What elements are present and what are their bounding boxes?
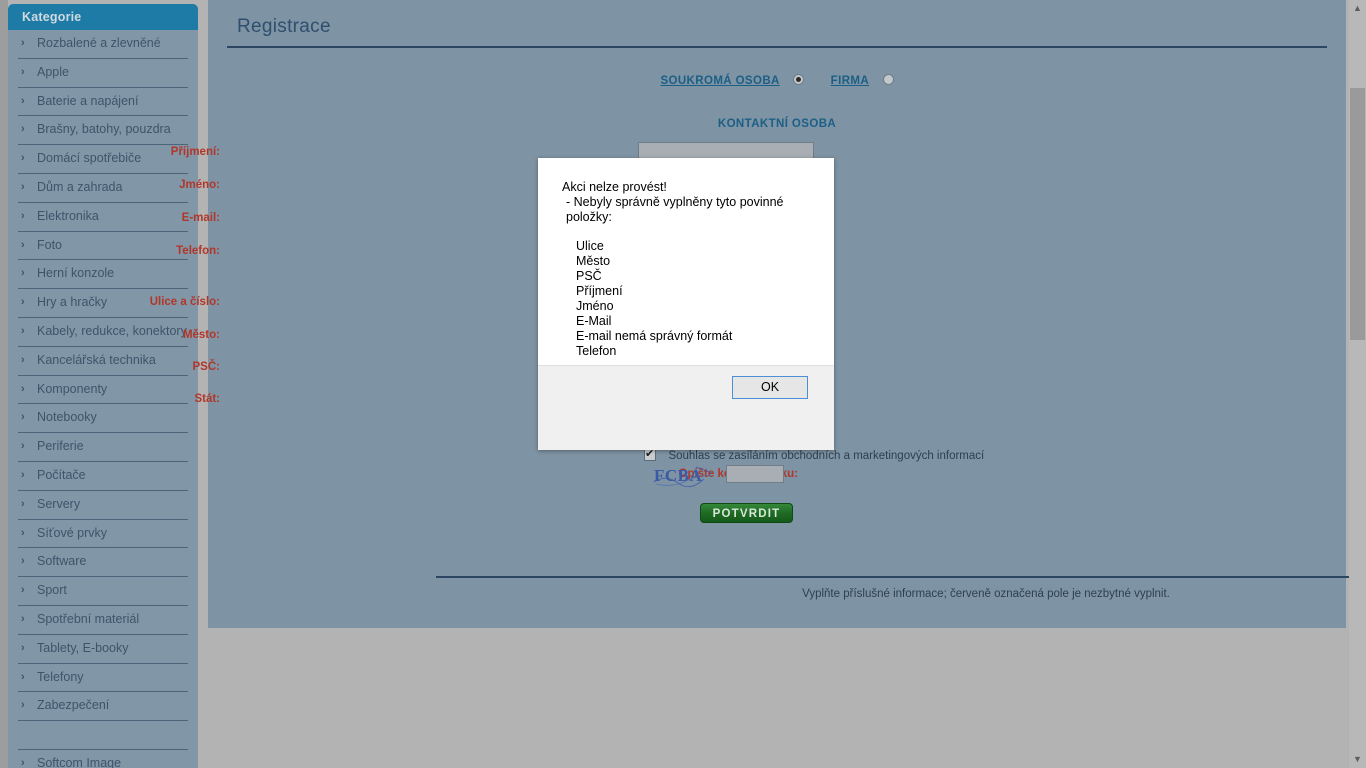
- sidebar-item-label: Apple: [37, 64, 69, 79]
- dialog-headline: Akci nelze provést!: [562, 180, 667, 194]
- chevron-right-icon: ›: [21, 699, 25, 712]
- sidebar-item[interactable]: › Síťové prvky: [18, 520, 188, 549]
- sidebar-item[interactable]: › Baterie a napájení: [18, 88, 188, 117]
- sidebar-item-label: Zabezpečení: [37, 698, 110, 713]
- chevron-right-icon: ›: [21, 526, 25, 539]
- sidebar-item[interactable]: › Periferie: [18, 433, 188, 462]
- consent-label: Souhlas se zasíláním obchodních a market…: [668, 450, 985, 462]
- sidebar-item[interactable]: › Sport: [18, 577, 188, 606]
- chevron-right-icon: ›: [21, 497, 25, 510]
- field-label: Stát:: [194, 393, 220, 405]
- scroll-up-icon[interactable]: ▲: [1349, 0, 1366, 17]
- chevron-right-icon: ›: [21, 641, 25, 654]
- sidebar-item-label: Sport: [37, 583, 67, 598]
- category-sidebar: Kategorie › Rozbalené a zlevněné › Apple › Ba…: [8, 4, 198, 768]
- account-type-selector: SOUKROMÁ OSOBA FIRMA: [208, 71, 1346, 89]
- sidebar-item-label: Počítače: [37, 467, 86, 482]
- captcha-image: FCBA: [653, 466, 713, 488]
- chevron-right-icon: ›: [21, 267, 25, 280]
- dialog-error-item: Jméno: [576, 299, 614, 313]
- chevron-right-icon: ›: [21, 468, 25, 481]
- dialog-footer: OK: [538, 365, 834, 450]
- submit-button[interactable]: POTVRDIT: [700, 503, 793, 523]
- sidebar-separator: [18, 721, 188, 750]
- scroll-down-icon[interactable]: ▼: [1349, 751, 1366, 768]
- title-divider: [227, 46, 1327, 48]
- chevron-right-icon: ›: [21, 756, 25, 768]
- chevron-right-icon: ›: [21, 94, 25, 107]
- sidebar-item-label: Baterie a napájení: [37, 93, 139, 108]
- sidebar-item[interactable]: › Servery: [18, 491, 188, 520]
- footer-divider: [436, 576, 1366, 578]
- private-person-radio[interactable]: [793, 74, 805, 85]
- page-title: Registrace: [237, 16, 331, 37]
- sidebar-item-label: Software: [37, 554, 87, 569]
- sidebar-item-label: Notebooky: [37, 410, 97, 425]
- chevron-right-icon: ›: [21, 37, 25, 49]
- sidebar-header: Kategorie: [8, 4, 198, 30]
- sidebar-item[interactable]: › Spotřební materiál: [18, 606, 188, 635]
- dialog-subline: - Nebyly správně vyplněny tyto povinné p…: [566, 195, 784, 224]
- sidebar-item-label: Spotřební materiál: [37, 611, 140, 626]
- sidebar-item-label: Brašny, batohy, pouzdra: [37, 122, 171, 137]
- sidebar-item-label: Softcom Image: [37, 755, 122, 768]
- sidebar-item[interactable]: › Zabezpečení: [18, 692, 188, 722]
- sidebar-item[interactable]: › Apple: [18, 59, 188, 88]
- company-radio[interactable]: [882, 74, 894, 85]
- sidebar-item-label: Síťové prvky: [37, 525, 107, 540]
- sidebar-item[interactable]: › Počítače: [18, 462, 188, 491]
- footer-note: Vyplňte příslušné informace; červeně ozn…: [802, 588, 1170, 600]
- sidebar-item-label: Telefony: [37, 669, 84, 684]
- sidebar-item-label: Rozbalené a zlevněné: [37, 36, 161, 50]
- sidebar-item-label: Herní konzole: [37, 266, 115, 281]
- sidebar-item-label: Periferie: [37, 439, 84, 454]
- dialog-error-item: Telefon: [576, 344, 617, 358]
- field-label: Příjmení:: [170, 146, 220, 158]
- chevron-right-icon: ›: [21, 123, 25, 136]
- consent-checkbox[interactable]: [644, 447, 656, 461]
- dialog-message: Akci nelze provést! - Nebyly správně vyp…: [538, 158, 834, 389]
- dialog-error-item: Ulice: [576, 239, 604, 253]
- sidebar-item[interactable]: › Herní konzole: [18, 260, 188, 290]
- chevron-right-icon: ›: [21, 612, 25, 625]
- field-label: Jméno:: [179, 179, 220, 191]
- sidebar-item[interactable]: › Tablety, E-booky: [18, 635, 188, 664]
- field-label: E-mail:: [181, 212, 220, 224]
- sidebar-item[interactable]: › Rozbalené a zlevněné: [18, 30, 188, 59]
- field-label: Ulice a číslo:: [149, 296, 220, 308]
- sidebar-item[interactable]: › Brašny, batohy, pouzdra: [18, 116, 188, 146]
- window-scrollbar[interactable]: ▲ ▼: [1349, 0, 1366, 768]
- field-label: Telefon:: [176, 245, 220, 257]
- chevron-right-icon: ›: [21, 555, 25, 568]
- captcha-input[interactable]: [726, 465, 784, 483]
- dialog-error-item: Příjmení: [576, 284, 623, 298]
- validation-error-dialog: Akci nelze provést! - Nebyly správně vyp…: [538, 158, 834, 450]
- browser-page: Kategorie › Rozbalené a zlevněné › Apple › Ba…: [0, 0, 1366, 768]
- sidebar-item[interactable]: › Softcom Image: [18, 750, 188, 768]
- chevron-right-icon: ›: [21, 65, 25, 78]
- ok-button[interactable]: OK: [732, 376, 808, 399]
- field-label: Město:: [182, 329, 220, 341]
- dialog-error-item: E-mail nemá správný formát: [576, 329, 733, 343]
- sidebar-item[interactable]: › Software: [18, 548, 188, 578]
- chevron-right-icon: ›: [21, 670, 25, 683]
- dialog-error-item: E-Mail: [576, 314, 612, 328]
- dialog-error-list: Ulice Město PSČ Příjmení Jméno E-Mail E-mail n…: [576, 239, 814, 359]
- chevron-right-icon: ›: [21, 440, 25, 453]
- sidebar-item-label: Tablety, E-booky: [37, 640, 129, 655]
- dialog-error-item: Město: [576, 254, 611, 268]
- svg-text:FCBA: FCBA: [654, 466, 703, 485]
- section-heading: KONTAKTNÍ OSOBA: [717, 118, 837, 130]
- window-left-edge: [0, 0, 8, 768]
- chevron-right-icon: ›: [21, 584, 25, 597]
- field-label: PSČ:: [192, 361, 220, 373]
- dialog-error-item: PSČ: [576, 269, 602, 283]
- private-person-link[interactable]: SOUKROMÁ OSOBA: [660, 75, 779, 87]
- sidebar-item-label: Servery: [37, 496, 81, 511]
- sidebar-item[interactable]: › Telefony: [18, 664, 188, 693]
- company-link[interactable]: FIRMA: [831, 75, 869, 87]
- scrollbar-thumb[interactable]: [1350, 88, 1365, 340]
